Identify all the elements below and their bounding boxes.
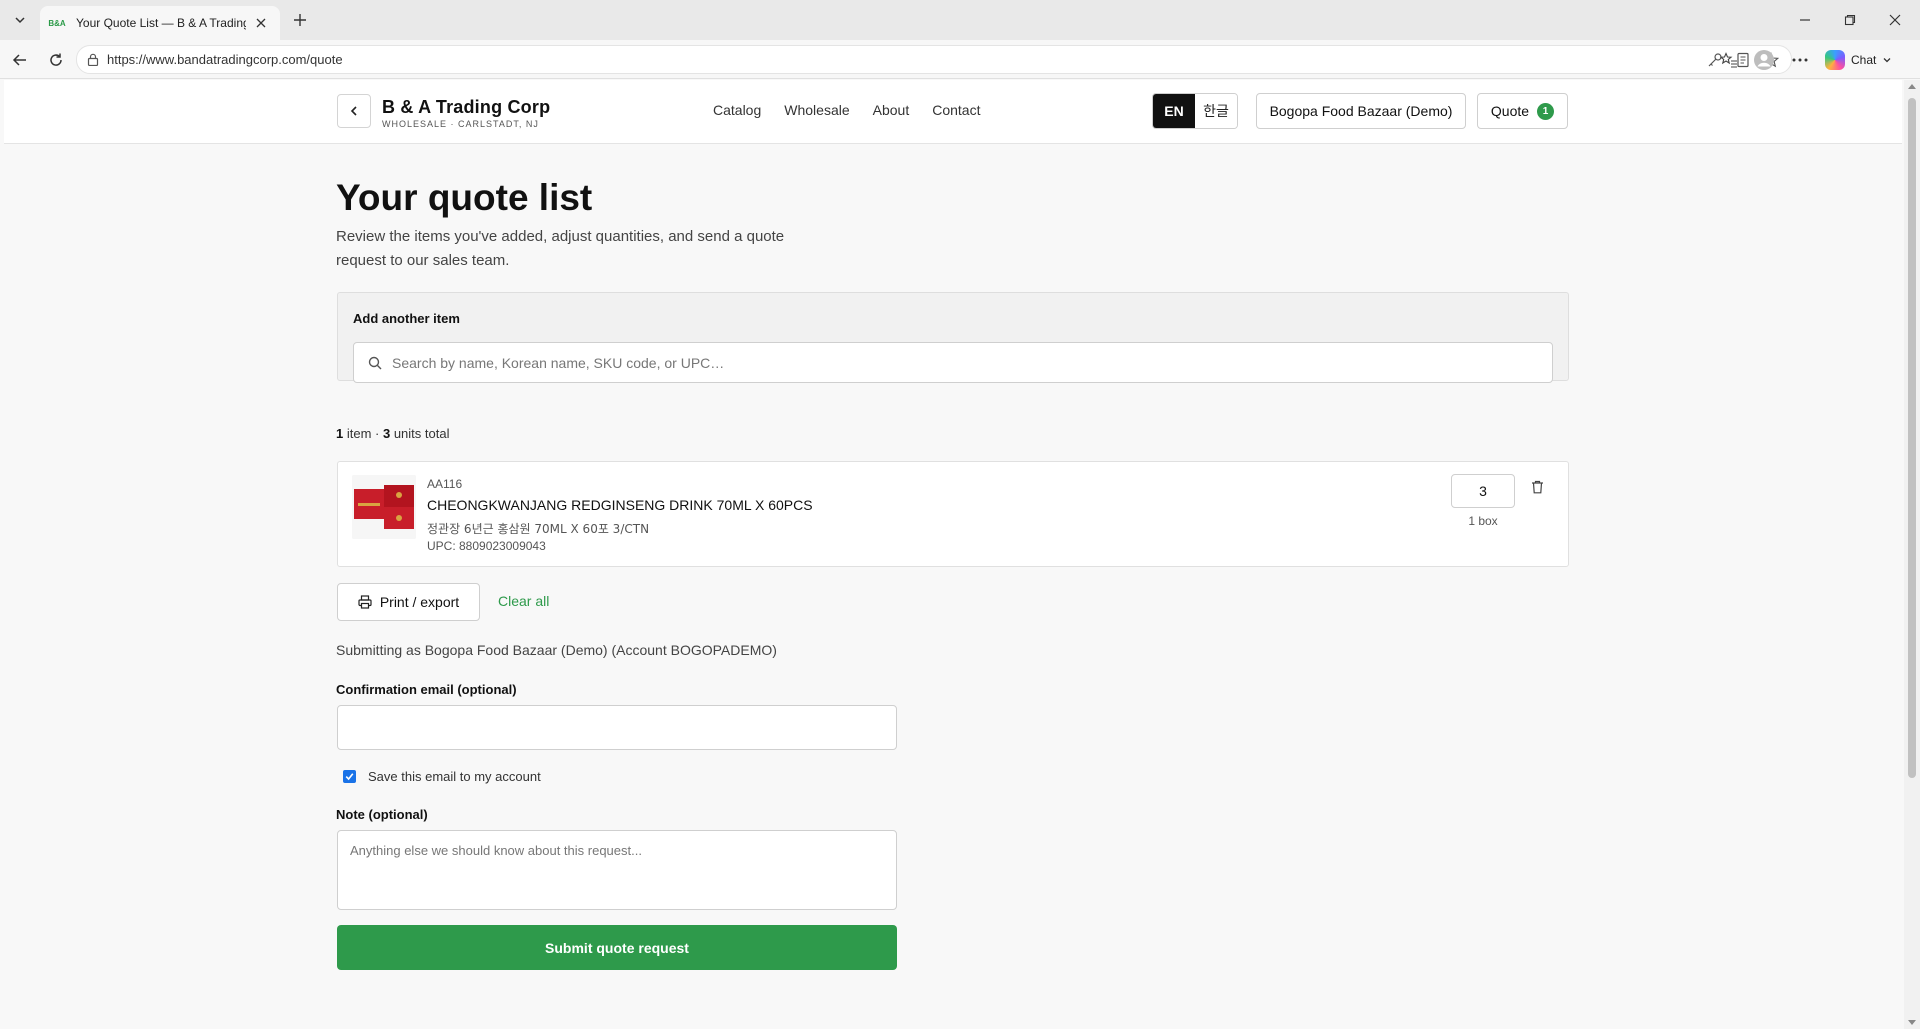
restore-button[interactable] xyxy=(1838,8,1862,32)
quantity-unit: 1 box xyxy=(1468,514,1498,528)
scroll-down-arrow-icon[interactable] xyxy=(1908,1020,1916,1025)
browser-back-button[interactable] xyxy=(8,48,32,72)
brand-name: B & A Trading Corp xyxy=(382,97,551,117)
browser-tab-active[interactable]: B&A Your Quote List — B & A Trading Corp xyxy=(40,6,280,40)
close-window-button[interactable] xyxy=(1883,8,1907,32)
chevron-down-icon xyxy=(1883,58,1891,63)
nav-catalog[interactable]: Catalog xyxy=(713,102,761,118)
email-field[interactable] xyxy=(337,705,897,750)
page-title: Your quote list xyxy=(336,177,593,218)
url-text: https://www.bandatradingcorp.com/quote xyxy=(107,52,343,67)
language-toggle: EN 한글 xyxy=(1152,93,1238,129)
page-scrollbar[interactable] xyxy=(1904,80,1920,1029)
tab-list-button[interactable] xyxy=(6,7,34,33)
lock-icon xyxy=(87,53,99,66)
search-box[interactable] xyxy=(353,342,1553,383)
quantity-input[interactable] xyxy=(1451,474,1515,508)
brand-logo[interactable]: B & A Trading Corp WHOLESALE · CARLSTADT… xyxy=(382,97,550,129)
page-viewport: B & A Trading Corp WHOLESALE · CARLSTADT… xyxy=(4,80,1902,1029)
tab-close-button[interactable] xyxy=(252,14,270,32)
chevron-left-icon xyxy=(350,106,357,116)
search-icon xyxy=(368,356,382,369)
item-word: item · xyxy=(343,426,383,441)
note-label: Note (optional) xyxy=(336,807,428,822)
nav-wholesale[interactable]: Wholesale xyxy=(784,102,849,118)
restore-icon xyxy=(1844,14,1856,26)
close-icon xyxy=(1889,14,1901,26)
chevron-down-icon xyxy=(15,17,25,24)
item-sku: AA116 xyxy=(427,477,463,491)
submitting-as-text: Submitting as Bogopa Food Bazaar (Demo) … xyxy=(336,642,777,658)
more-horizontal-icon xyxy=(1792,58,1808,62)
lang-en-button[interactable]: EN xyxy=(1153,94,1195,128)
main-nav: Catalog Wholesale About Contact xyxy=(713,102,980,118)
browser-tab-bar: B&A Your Quote List — B & A Trading Corp xyxy=(0,0,1920,40)
avatar-icon xyxy=(1754,50,1774,70)
submit-quote-button[interactable]: Submit quote request xyxy=(337,925,897,970)
note-textarea[interactable] xyxy=(337,830,897,910)
unit-word: units total xyxy=(390,426,450,441)
print-export-label: Print / export xyxy=(379,594,460,610)
remove-item-button[interactable] xyxy=(1527,477,1547,497)
clear-all-link[interactable]: Clear all xyxy=(498,593,549,609)
quote-label: Quote xyxy=(1490,103,1530,119)
quote-count-badge: 1 xyxy=(1537,102,1555,120)
printer-icon xyxy=(358,595,372,609)
print-export-button[interactable]: Print / export xyxy=(337,583,480,621)
scroll-thumb[interactable] xyxy=(1908,98,1916,778)
refresh-icon xyxy=(50,53,62,66)
add-item-label: Add another item xyxy=(353,311,460,326)
tab-title: Your Quote List — B & A Trading Corp xyxy=(76,16,246,30)
product-thumbnail xyxy=(352,475,416,539)
copilot-icon xyxy=(1825,50,1845,70)
close-icon xyxy=(256,18,266,28)
account-button[interactable]: Bogopa Food Bazaar (Demo) xyxy=(1256,93,1466,129)
lang-ko-button[interactable]: 한글 xyxy=(1195,94,1237,128)
save-email-checkbox[interactable] xyxy=(343,770,356,783)
search-input[interactable] xyxy=(392,354,1492,371)
minimize-icon xyxy=(1800,19,1810,21)
site-favicon-icon: B&A xyxy=(48,18,66,28)
plus-icon xyxy=(294,14,306,26)
favorites-button[interactable] xyxy=(1717,48,1741,72)
favorites-list-icon xyxy=(1720,52,1737,68)
email-label: Confirmation email (optional) xyxy=(336,682,517,697)
browser-refresh-button[interactable] xyxy=(44,48,68,72)
back-button[interactable] xyxy=(337,94,371,128)
add-item-panel: Add another item xyxy=(337,292,1569,383)
profile-button[interactable] xyxy=(1752,48,1776,72)
item-name[interactable]: CHEONGKWANJANG REDGINSENG DRINK 70ML X 6… xyxy=(427,497,813,513)
site-header: B & A Trading Corp WHOLESALE · CARLSTADT… xyxy=(4,80,1902,144)
new-tab-button[interactable] xyxy=(288,8,312,32)
minimize-button[interactable] xyxy=(1793,8,1817,32)
quote-button[interactable]: Quote 1 xyxy=(1477,93,1568,129)
brand-tagline: WHOLESALE · CARLSTADT, NJ xyxy=(382,119,539,129)
scroll-up-arrow-icon[interactable] xyxy=(1908,84,1916,89)
trash-icon xyxy=(1531,480,1543,494)
checkmark-icon xyxy=(345,773,354,781)
chat-label: Chat xyxy=(1851,53,1877,67)
item-upc: UPC: 8809023009043 xyxy=(427,539,546,553)
nav-about[interactable]: About xyxy=(873,102,910,118)
product-image xyxy=(352,475,416,539)
quote-summary: 1 item · 3 units total xyxy=(336,426,449,441)
quote-item-row: AA116 CHEONGKWANJANG REDGINSENG DRINK 70… xyxy=(337,461,1569,567)
save-email-label[interactable]: Save this email to my account xyxy=(368,769,541,784)
browser-address-bar: https://www.bandatradingcorp.com/quote C… xyxy=(0,40,1920,79)
copilot-chat-button[interactable]: Chat xyxy=(1825,47,1892,73)
nav-contact[interactable]: Contact xyxy=(932,102,980,118)
more-menu-button[interactable] xyxy=(1788,48,1812,72)
item-korean-name: 정관장 6년근 홍삼원 70ML X 60포 3/CTN xyxy=(427,522,650,536)
url-field[interactable]: https://www.bandatradingcorp.com/quote xyxy=(76,45,1792,74)
page-subtitle: Review the items you've added, adjust qu… xyxy=(336,228,785,269)
arrow-left-icon xyxy=(12,54,26,66)
